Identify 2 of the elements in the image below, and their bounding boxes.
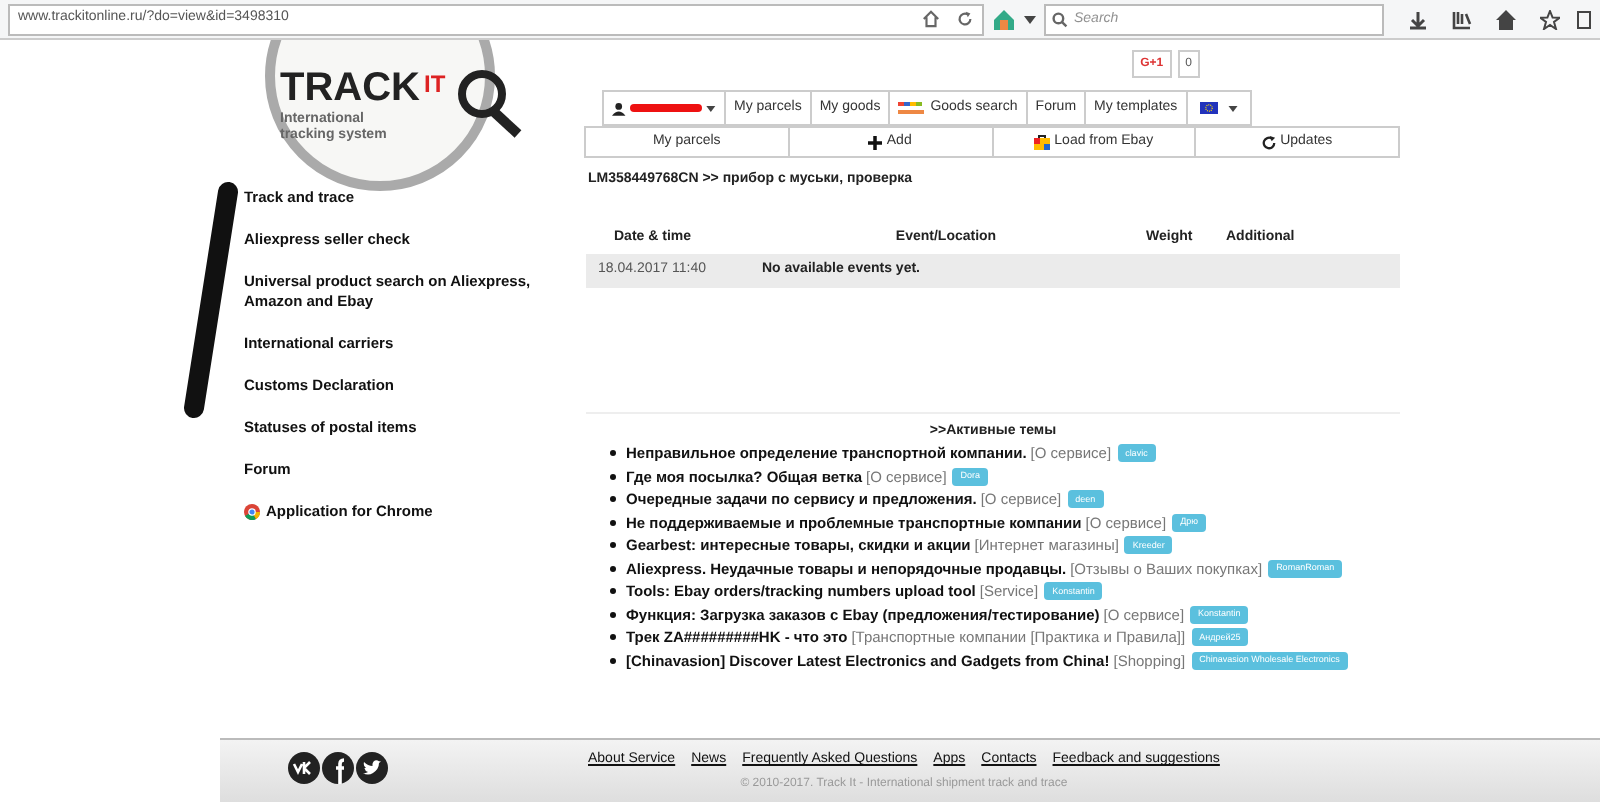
logo-title: TRACK [280,68,420,108]
logo-it-text: IT [424,72,446,96]
